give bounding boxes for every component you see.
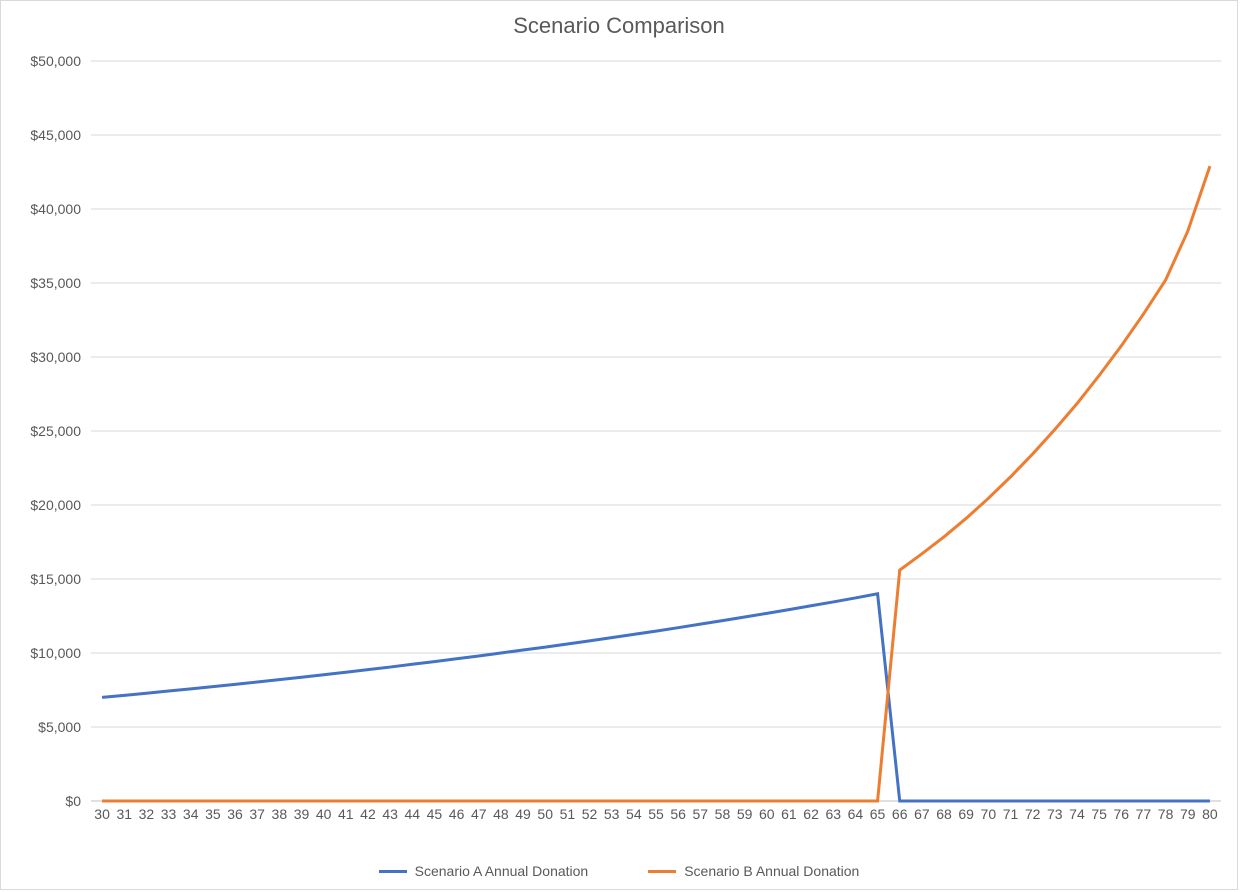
y-tick-label: $5,000 xyxy=(1,719,81,735)
y-tick-label: $40,000 xyxy=(1,201,81,217)
x-tick-label: 77 xyxy=(1132,806,1154,822)
legend-label-a: Scenario A Annual Donation xyxy=(415,863,589,879)
legend-swatch-b xyxy=(648,870,676,873)
x-tick-label: 73 xyxy=(1044,806,1066,822)
y-tick-label: $45,000 xyxy=(1,127,81,143)
x-tick-label: 32 xyxy=(135,806,157,822)
x-tick-label: 46 xyxy=(446,806,468,822)
x-tick-label: 38 xyxy=(268,806,290,822)
x-tick-label: 52 xyxy=(579,806,601,822)
x-tick-label: 74 xyxy=(1066,806,1088,822)
x-tick-label: 65 xyxy=(867,806,889,822)
y-tick-label: $15,000 xyxy=(1,571,81,587)
legend-item-a: Scenario A Annual Donation xyxy=(379,863,589,879)
y-tick-label: $20,000 xyxy=(1,497,81,513)
series-b-line xyxy=(102,166,1210,801)
x-tick-label: 49 xyxy=(512,806,534,822)
x-tick-label: 54 xyxy=(623,806,645,822)
x-tick-label: 40 xyxy=(313,806,335,822)
x-tick-label: 34 xyxy=(180,806,202,822)
legend-swatch-a xyxy=(379,870,407,873)
x-tick-label: 53 xyxy=(601,806,623,822)
y-tick-label: $50,000 xyxy=(1,53,81,69)
plot-svg xyxy=(91,61,1221,801)
y-tick-label: $0 xyxy=(1,793,81,809)
x-tick-label: 61 xyxy=(778,806,800,822)
y-tick-label: $35,000 xyxy=(1,275,81,291)
x-tick-label: 66 xyxy=(889,806,911,822)
x-tick-label: 63 xyxy=(822,806,844,822)
x-tick-label: 41 xyxy=(335,806,357,822)
x-tick-label: 55 xyxy=(645,806,667,822)
x-tick-label: 64 xyxy=(844,806,866,822)
x-tick-label: 50 xyxy=(534,806,556,822)
x-tick-label: 80 xyxy=(1199,806,1221,822)
x-tick-label: 72 xyxy=(1022,806,1044,822)
x-tick-label: 42 xyxy=(357,806,379,822)
legend: Scenario A Annual Donation Scenario B An… xyxy=(1,863,1237,879)
y-tick-label: $25,000 xyxy=(1,423,81,439)
x-tick-label: 59 xyxy=(734,806,756,822)
chart-title: Scenario Comparison xyxy=(1,13,1237,39)
x-tick-label: 75 xyxy=(1088,806,1110,822)
x-tick-label: 58 xyxy=(711,806,733,822)
legend-item-b: Scenario B Annual Donation xyxy=(648,863,859,879)
x-tick-label: 45 xyxy=(423,806,445,822)
x-tick-label: 48 xyxy=(490,806,512,822)
x-tick-label: 79 xyxy=(1177,806,1199,822)
x-tick-label: 71 xyxy=(1000,806,1022,822)
x-tick-label: 37 xyxy=(246,806,268,822)
plot-area xyxy=(91,61,1221,801)
chart-container: Scenario Comparison $0 $5,000 $10,000 $15,0… xyxy=(0,0,1238,890)
x-tick-label: 30 xyxy=(91,806,113,822)
x-tick-label: 60 xyxy=(756,806,778,822)
y-tick-label: $10,000 xyxy=(1,645,81,661)
x-tick-label: 56 xyxy=(667,806,689,822)
x-tick-label: 69 xyxy=(955,806,977,822)
x-tick-label: 78 xyxy=(1155,806,1177,822)
legend-label-b: Scenario B Annual Donation xyxy=(684,863,859,879)
x-tick-label: 31 xyxy=(113,806,135,822)
x-tick-label: 43 xyxy=(379,806,401,822)
x-tick-label: 62 xyxy=(800,806,822,822)
x-tick-label: 68 xyxy=(933,806,955,822)
x-tick-label: 51 xyxy=(556,806,578,822)
x-tick-label: 44 xyxy=(401,806,423,822)
y-tick-label: $30,000 xyxy=(1,349,81,365)
x-tick-label: 35 xyxy=(202,806,224,822)
x-tick-label: 57 xyxy=(689,806,711,822)
x-tick-label: 36 xyxy=(224,806,246,822)
x-tick-label: 39 xyxy=(290,806,312,822)
x-tick-label: 33 xyxy=(158,806,180,822)
x-tick-label: 76 xyxy=(1110,806,1132,822)
x-tick-label: 70 xyxy=(977,806,999,822)
x-tick-label: 67 xyxy=(911,806,933,822)
series-a-line xyxy=(102,594,1210,801)
x-tick-label: 47 xyxy=(468,806,490,822)
